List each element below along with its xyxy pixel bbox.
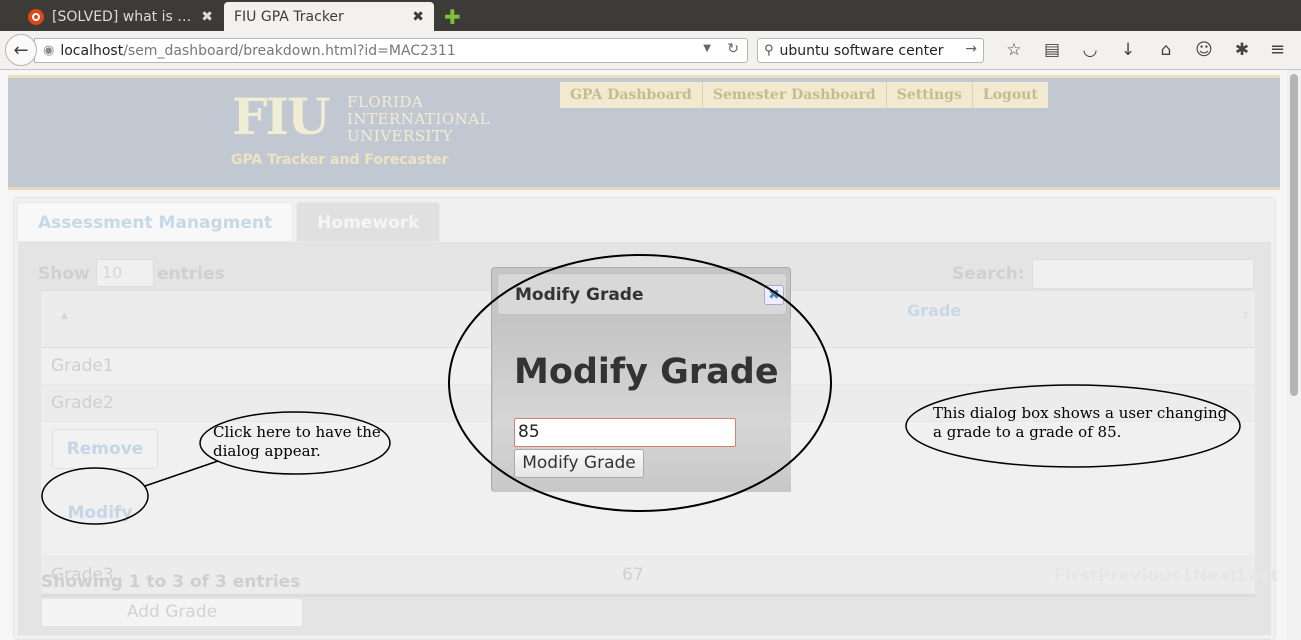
annotation-layer (41, 254, 1241, 525)
click-note: Click here to have the dialog appear. (213, 423, 381, 461)
click-note-line: Click here to have the (213, 423, 381, 441)
modify-ellipse (41, 467, 149, 525)
click-note-line: dialog appear. (213, 442, 321, 460)
callout-line (144, 460, 219, 487)
dialog-note-line: a grade to a grade of 85. (933, 423, 1122, 441)
dialog-ellipse (448, 254, 832, 512)
dialog-note-line: This dialog box shows a user changing (933, 404, 1228, 422)
dialog-note: This dialog box shows a user changing a … (933, 404, 1227, 442)
